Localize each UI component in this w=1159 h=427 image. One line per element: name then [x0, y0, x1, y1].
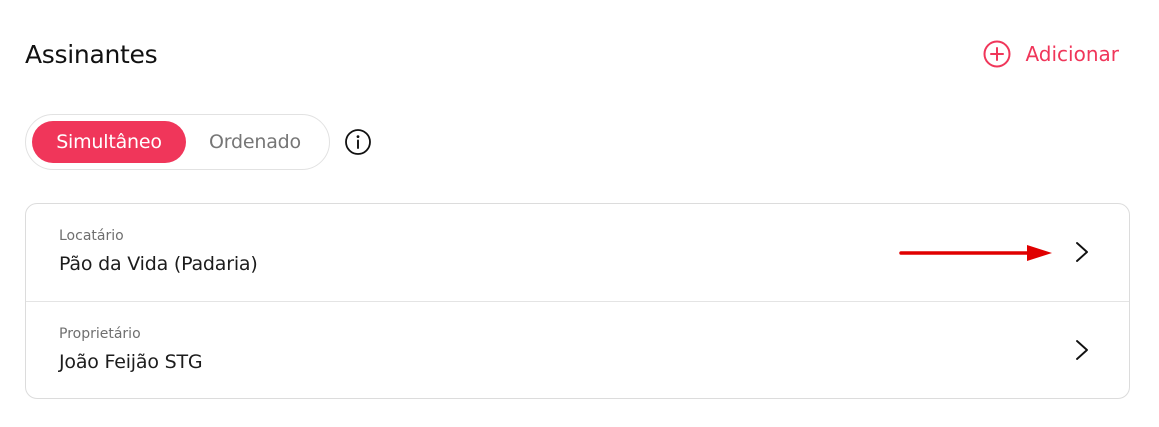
signing-mode-toggle: Simultâneo Ordenado — [25, 114, 330, 170]
page-title: Assinantes — [25, 40, 158, 69]
signer-row-owner[interactable]: Proprietário João Feijão STG — [26, 301, 1129, 398]
signing-mode-row: Simultâneo Ordenado — [25, 114, 372, 170]
signer-list: Locatário Pão da Vida (Padaria) Propriet… — [25, 203, 1130, 399]
add-signer-label: Adicionar — [1025, 42, 1119, 66]
annotation-arrow-icon — [899, 242, 1054, 264]
signer-role: Proprietário — [59, 326, 141, 342]
signer-row-tenant[interactable]: Locatário Pão da Vida (Padaria) — [26, 204, 1129, 301]
mode-option-simultaneous[interactable]: Simultâneo — [32, 121, 186, 163]
signers-panel: Assinantes Adicionar Simultâneo Ordenado — [0, 0, 1159, 427]
plus-circle-icon — [983, 40, 1011, 68]
signer-role: Locatário — [59, 228, 124, 244]
signer-name: Pão da Vida (Padaria) — [59, 253, 258, 275]
section-header: Assinantes Adicionar — [25, 36, 1125, 76]
chevron-right-icon[interactable] — [1075, 339, 1089, 361]
signer-name: João Feijão STG — [59, 351, 203, 373]
chevron-right-icon[interactable] — [1075, 241, 1089, 263]
mode-option-ordered[interactable]: Ordenado — [188, 121, 322, 163]
add-signer-button[interactable]: Adicionar — [983, 40, 1119, 68]
info-circle-icon[interactable] — [344, 128, 372, 156]
